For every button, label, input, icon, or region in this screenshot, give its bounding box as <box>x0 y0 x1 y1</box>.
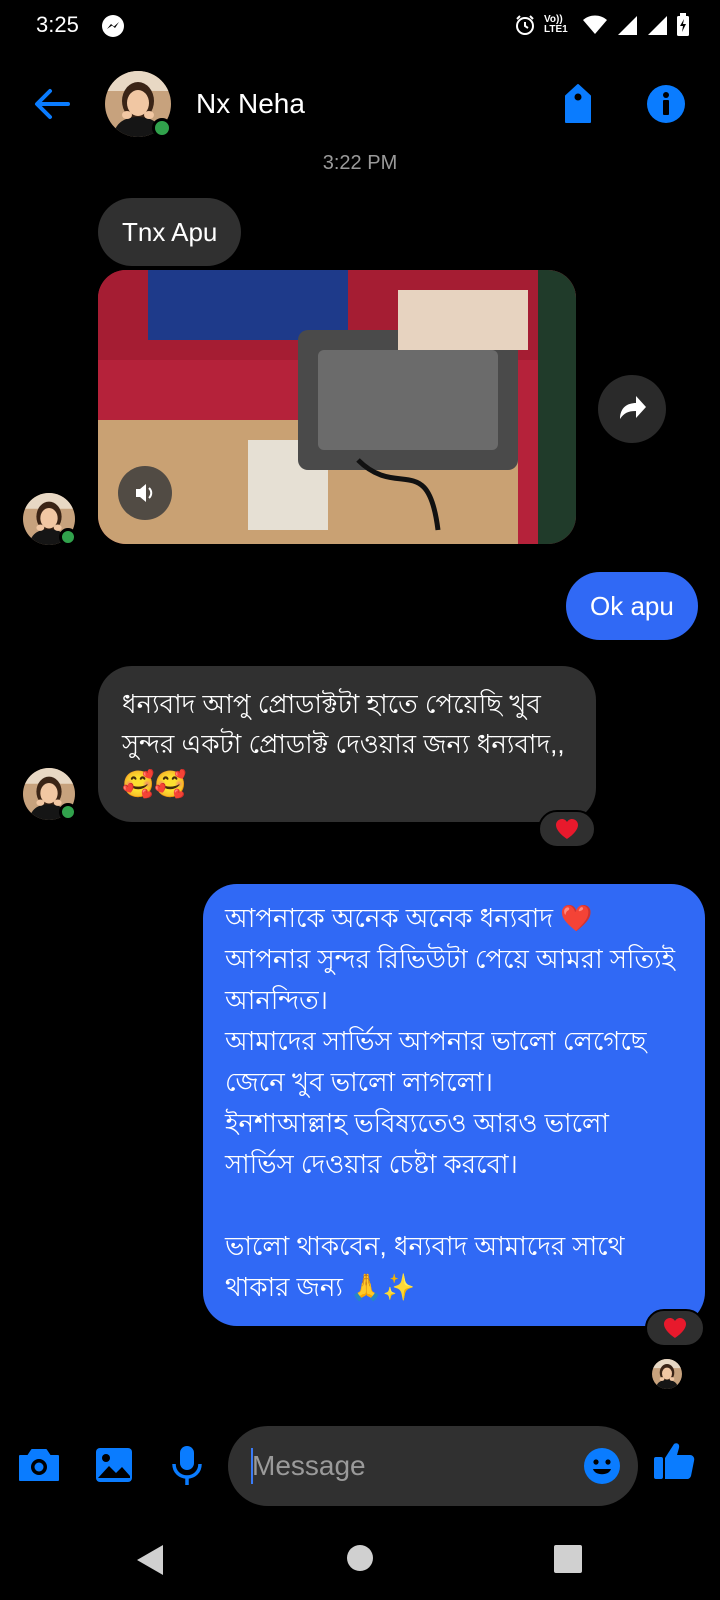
incoming-message-bubble[interactable]: ধন্যবাদ আপু প্রোডাক্টটা হাতে পেয়েছি খুব… <box>98 666 596 822</box>
seen-indicator-avatar <box>652 1359 682 1389</box>
signal-icon <box>618 16 637 35</box>
message-text: Tnx Apu <box>122 217 218 247</box>
battery-icon <box>677 13 689 36</box>
camera-button[interactable] <box>14 1440 64 1490</box>
heart-icon <box>555 818 579 840</box>
contact-name[interactable]: Nx Neha <box>196 88 305 120</box>
status-bar: 3:25 Vo)) LTE1 <box>0 0 720 54</box>
message-text: Ok apu <box>590 591 674 621</box>
message-text: আপনাকে অনেক অনেক ধন্যবাদ ❤️ আপনার সুন্দর… <box>225 903 676 1302</box>
nav-back-icon <box>137 1545 163 1575</box>
outgoing-message-bubble[interactable]: আপনাকে অনেক অনেক ধন্যবাদ ❤️ আপনার সুন্দর… <box>203 884 705 1326</box>
mute-button[interactable] <box>118 466 172 520</box>
message-input[interactable] <box>228 1426 638 1506</box>
nav-home-icon <box>347 1545 373 1571</box>
image-icon <box>96 1448 132 1482</box>
voice-button[interactable] <box>162 1440 212 1490</box>
emoji-icon <box>584 1448 620 1484</box>
back-button[interactable] <box>30 82 74 126</box>
back-arrow-icon <box>35 89 70 119</box>
alarm-icon <box>516 15 534 35</box>
info-icon <box>647 85 685 123</box>
signal-icon-2 <box>648 16 667 35</box>
message-composer <box>0 1418 720 1514</box>
message-timestamp: 3:22 PM <box>322 152 398 174</box>
message-reaction[interactable] <box>645 1309 705 1347</box>
network-label: Vo)) LTE1 <box>544 14 568 35</box>
nav-back-button[interactable] <box>135 1543 165 1582</box>
online-status-dot <box>152 118 172 138</box>
status-time: 3:25 <box>36 12 79 37</box>
microphone-icon <box>172 1446 202 1485</box>
volume-icon <box>136 484 153 502</box>
messenger-notification-icon <box>102 15 124 37</box>
nav-home-button[interactable] <box>346 1544 374 1577</box>
camera-icon <box>19 1449 59 1481</box>
status-icons: Vo)) LTE1 <box>514 13 690 37</box>
incoming-message-bubble[interactable]: Tnx Apu <box>98 198 242 266</box>
outgoing-message-bubble[interactable]: Ok apu <box>566 572 698 640</box>
conversation-header: Nx Neha <box>0 62 720 146</box>
emoji-button[interactable] <box>582 1446 622 1486</box>
online-status-dot <box>59 528 77 546</box>
gallery-button[interactable] <box>89 1440 139 1490</box>
nav-recents-button[interactable] <box>553 1544 583 1579</box>
message-reaction[interactable] <box>538 810 596 848</box>
like-button[interactable] <box>650 1436 700 1486</box>
video-message[interactable] <box>98 270 576 544</box>
share-icon <box>620 396 646 419</box>
text-caret <box>251 1448 253 1484</box>
online-status-dot <box>59 803 77 821</box>
nav-recents-icon <box>554 1545 582 1573</box>
thumbs-up-icon <box>654 1443 695 1479</box>
tag-button[interactable] <box>558 82 598 126</box>
info-button[interactable] <box>646 84 686 124</box>
tag-icon <box>565 84 591 123</box>
heart-icon <box>663 1317 687 1339</box>
system-navigation-bar <box>0 1514 720 1600</box>
share-button[interactable] <box>598 375 666 443</box>
message-text: ধন্যবাদ আপু প্রোডাক্টটা হাতে পেয়েছি খুব… <box>122 689 572 799</box>
wifi-icon <box>583 15 607 34</box>
